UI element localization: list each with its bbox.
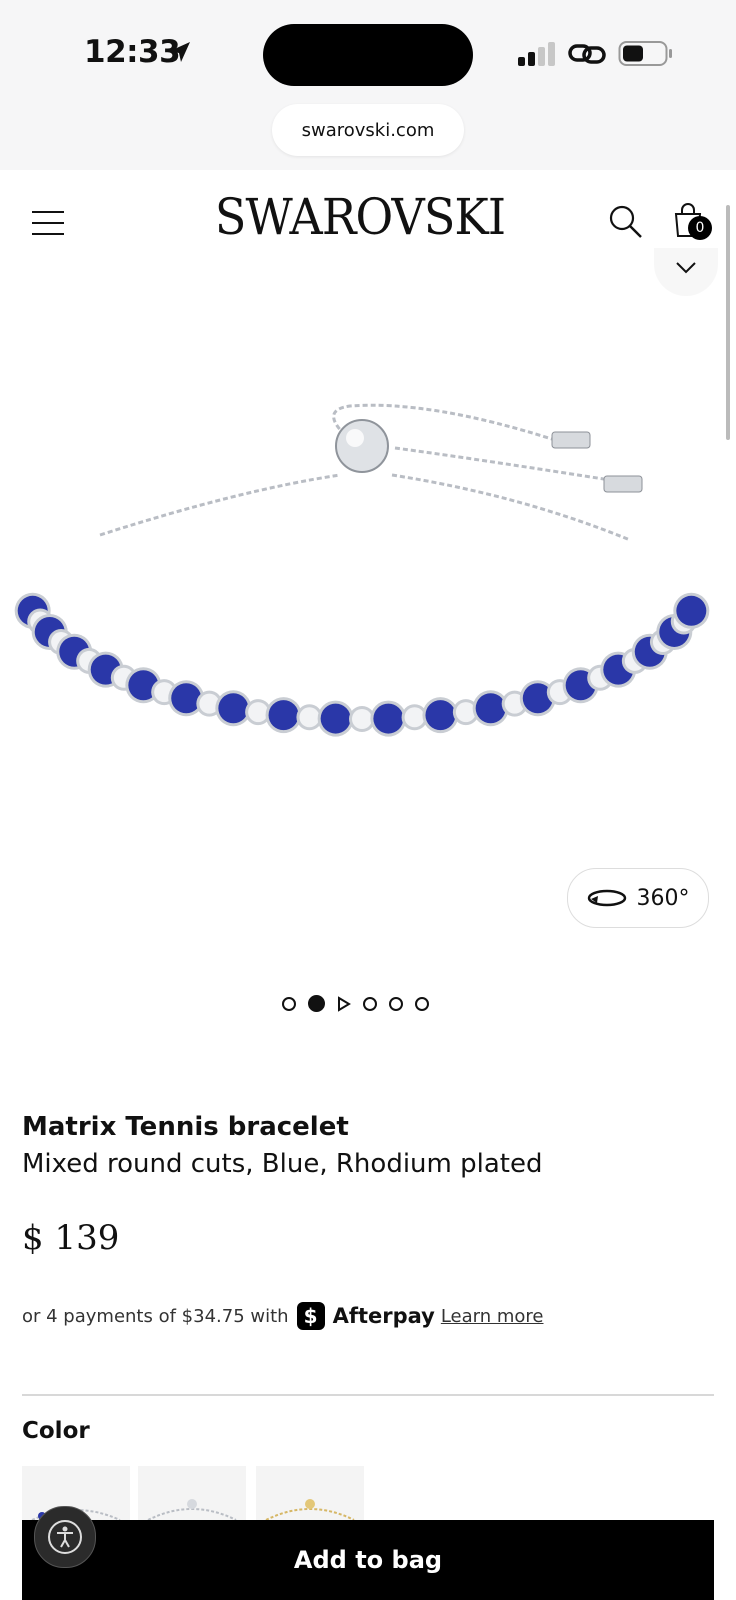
cellular-signal-icon <box>518 42 555 66</box>
gallery-dot[interactable] <box>282 996 296 1011</box>
url-bar[interactable]: swarovski.com <box>272 104 464 156</box>
video-play-icon[interactable] <box>337 995 351 1012</box>
divider <box>22 1394 714 1396</box>
clear-stone <box>404 707 425 728</box>
rotate-360-icon <box>587 889 626 907</box>
clear-stone <box>352 709 372 729</box>
color-heading: Color <box>22 1418 90 1444</box>
battery-icon <box>618 41 672 66</box>
gallery-dot[interactable] <box>415 996 429 1011</box>
installment-info: or 4 payments of $34.75 with $ Afterpay … <box>22 1302 544 1330</box>
bracelet-stones <box>14 592 710 737</box>
learn-more-link[interactable]: Learn more <box>441 1306 544 1327</box>
dynamic-island <box>263 24 473 86</box>
bag-count-badge: 0 <box>688 216 712 240</box>
clear-stone <box>248 702 269 723</box>
product-image[interactable] <box>0 390 736 790</box>
gallery-dot[interactable] <box>363 996 377 1011</box>
collapse-header-button[interactable] <box>654 248 718 296</box>
location-arrow-icon <box>170 42 190 62</box>
view-360-button[interactable]: 360° <box>567 868 709 928</box>
clear-stone <box>299 707 320 728</box>
chevron-down-icon <box>676 262 696 274</box>
blue-stone <box>218 693 249 724</box>
search-icon[interactable] <box>608 204 644 240</box>
brand-logo[interactable]: SWAROVSKI <box>204 188 517 246</box>
clear-stone <box>455 702 476 723</box>
gallery-dot-active[interactable] <box>308 995 325 1012</box>
accessibility-button[interactable] <box>34 1506 96 1568</box>
afterpay-brand: Afterpay <box>332 1304 435 1328</box>
menu-icon[interactable] <box>32 210 64 236</box>
view-360-label: 360° <box>636 885 690 911</box>
accessibility-icon <box>48 1520 82 1554</box>
blue-stone <box>475 693 506 724</box>
afterpay-logo-icon: $ <box>296 1302 325 1330</box>
product-description: Mixed round cuts, Blue, Rhodium plated <box>22 1149 543 1179</box>
site-header: SWAROVSKI 0 <box>0 170 736 266</box>
blue-stone <box>373 703 404 734</box>
blue-stone <box>320 703 351 734</box>
status-bar: 12:33 swarovski.com <box>0 0 736 170</box>
gallery-pagination <box>282 995 429 1012</box>
clock-time: 12:33 <box>84 34 181 70</box>
add-to-bag-button[interactable]: Add to bag <box>22 1520 714 1600</box>
bracelet-clasp <box>335 419 643 493</box>
blue-stone <box>171 683 202 714</box>
gallery-dot[interactable] <box>389 996 403 1011</box>
blue-stone <box>268 700 299 731</box>
blue-stone <box>676 595 707 626</box>
installment-text: or 4 payments of $34.75 with <box>22 1305 289 1327</box>
link-icon <box>568 44 606 64</box>
product-price: $ 139 <box>22 1218 120 1258</box>
product-title: Matrix Tennis bracelet <box>22 1112 349 1142</box>
blue-stone <box>425 700 456 731</box>
